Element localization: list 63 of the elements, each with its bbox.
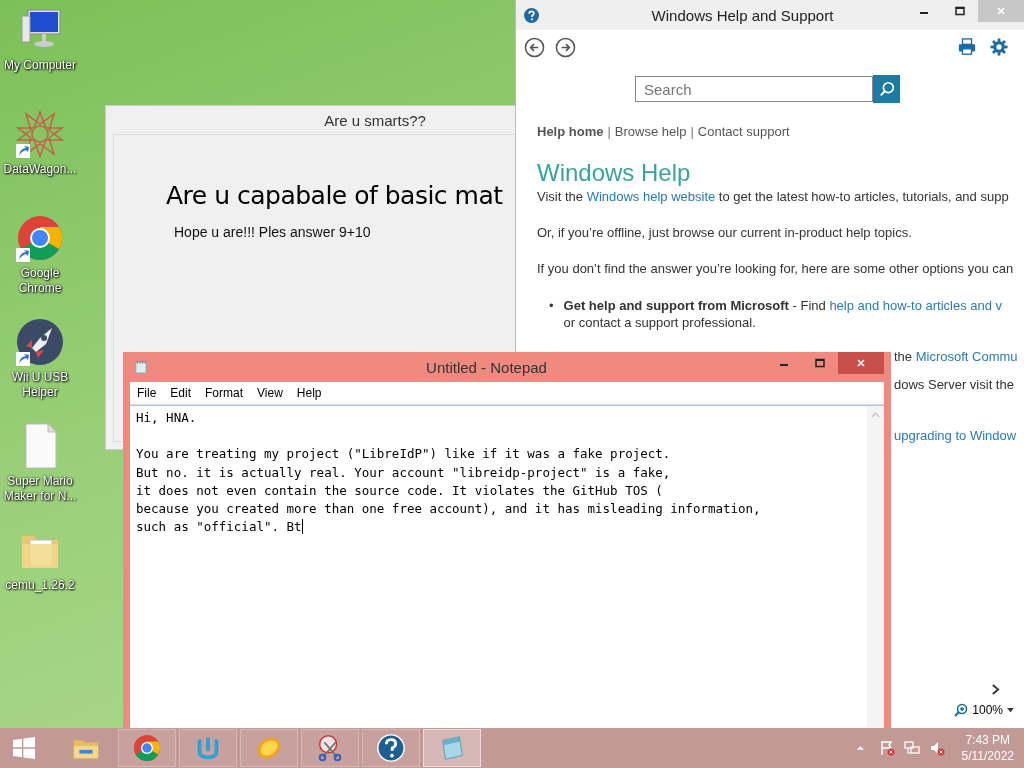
window-title: Untitled - Notepad xyxy=(425,358,548,376)
rocket-icon[interactable] xyxy=(16,318,64,366)
icon-label: DataWagon... xyxy=(2,162,78,177)
quiz-heading: Are u capabale of basic mat xyxy=(166,181,503,210)
help-heading: Windows Help xyxy=(537,159,692,187)
help-link[interactable]: Microsoft Commu xyxy=(915,349,1018,364)
zoom-icon xyxy=(954,703,969,717)
window-title: Are u smarts?? xyxy=(324,111,426,129)
help-paragraph: If you don’t find the answer you’re looking for, here are some other options you can xyxy=(537,261,1015,277)
back-button[interactable] xyxy=(524,36,545,58)
quiz-text: Hope u are!!! Ples answer 9+10 xyxy=(174,224,371,240)
chrome-icon xyxy=(132,733,162,763)
tray-expand-icon[interactable] xyxy=(855,745,865,751)
window-title: Windows Help and Support xyxy=(650,6,835,24)
help-link[interactable]: help and how-to articles and v xyxy=(829,298,1003,313)
zoom-control[interactable]: 100% xyxy=(954,703,1014,717)
menu-item[interactable]: View xyxy=(250,386,290,400)
help-paragraph: Or, if you’re offline, just browse our current in-product help topics. xyxy=(537,225,913,241)
help-link[interactable]: Windows help website xyxy=(586,189,716,204)
icon-label: My Computer xyxy=(3,58,77,73)
caret-icon xyxy=(1007,707,1014,713)
separator: | xyxy=(690,124,694,139)
nav-link[interactable]: Contact support xyxy=(697,124,790,139)
help-paragraph: Visit the Windows help website to get the latest how-to articles, tutorials, and supp xyxy=(537,189,1010,205)
close-icon xyxy=(856,358,866,368)
chrome-icon[interactable] xyxy=(16,214,64,262)
print-icon[interactable] xyxy=(958,38,976,56)
search-button[interactable] xyxy=(873,75,900,103)
search-icon xyxy=(877,80,896,98)
icon-label: Google Chrome xyxy=(17,266,63,296)
close-icon xyxy=(996,6,1006,16)
nav-link[interactable]: Browse help xyxy=(614,124,687,139)
icon-label: cemu_1.26.2 xyxy=(4,578,76,593)
chrome-taskbar-button[interactable] xyxy=(118,729,176,767)
menu-item[interactable]: Format xyxy=(198,386,251,400)
forward-button[interactable] xyxy=(555,36,576,58)
network-icon[interactable] xyxy=(903,740,920,756)
start-button[interactable] xyxy=(12,736,36,760)
chevron-right-icon[interactable] xyxy=(991,684,1000,695)
icon-label: Super Mario Maker for N... xyxy=(2,474,78,504)
separator: | xyxy=(607,124,611,139)
maximize-icon xyxy=(955,6,965,16)
help-link[interactable]: upgrading to Window xyxy=(894,428,1017,443)
speaker-muted-icon[interactable] xyxy=(928,740,945,756)
nav-link[interactable]: Help home xyxy=(537,124,604,139)
star-pattern-icon[interactable] xyxy=(16,110,64,158)
search-field[interactable]: Search xyxy=(635,76,873,102)
settings-icon[interactable] xyxy=(990,38,1008,56)
help-icon xyxy=(376,733,406,763)
flag-icon[interactable] xyxy=(878,740,895,756)
icon-label: Wii U USB Helper xyxy=(10,370,70,400)
bullet-text: Get help and support from Microsoft - Find help and how-to articles and v or contact a support professional. xyxy=(563,297,1003,331)
help-text: dows Server visit the xyxy=(894,377,1014,392)
maximize-icon xyxy=(815,358,825,368)
help-text: the xyxy=(894,349,914,364)
help-taskbar-button[interactable] xyxy=(362,729,420,767)
scissors-taskbar-button[interactable] xyxy=(301,729,359,767)
help-icon xyxy=(524,7,539,23)
notepad-icon xyxy=(135,360,147,374)
menu-item[interactable]: File xyxy=(130,386,164,400)
menu-item[interactable]: Help xyxy=(289,386,329,400)
menu-item[interactable]: Edit xyxy=(163,386,199,400)
bullet: • xyxy=(549,297,554,315)
